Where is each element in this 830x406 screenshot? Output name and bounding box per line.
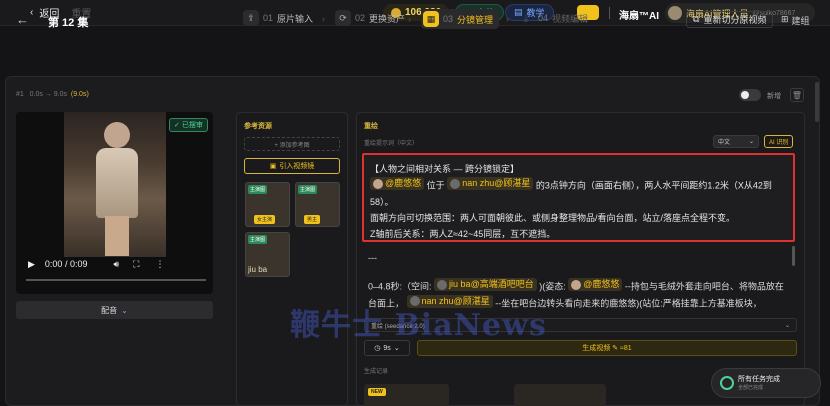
chevron-right-icon: › — [408, 14, 411, 24]
video-person-legs — [105, 216, 129, 256]
video-controls: ▶ 0:00 / 0:09 🔊︎ ⛶ ⋮ — [28, 258, 165, 270]
chevron-down-icon: ⌄ — [393, 345, 400, 352]
history-label: 生成记录 — [364, 369, 389, 375]
download-icon: ⤓ — [524, 12, 528, 23]
upload-icon: ⇪ — [243, 10, 259, 26]
dub-button[interactable]: 配音 ⌄ — [16, 301, 213, 319]
resplit-button[interactable]: ⧉ 重新切分原视频 — [686, 11, 774, 28]
reference-thumb[interactable]: 主演图 女主演 — [245, 182, 290, 227]
chevron-left-icon: ‹ — [30, 7, 34, 18]
prompt-label: 重绘提示词（中文） — [364, 141, 419, 147]
shot-range: #1 0.0s → 9.0s (9.0s) — [16, 91, 89, 98]
build-button[interactable]: ⊞ 建组 — [781, 14, 810, 27]
ai-recognize-button[interactable]: AI 识别 — [764, 135, 794, 148]
watermark: 鞭牛士 BiaNews — [290, 308, 547, 343]
add-reference-button[interactable]: + 添加参考图 — [244, 137, 340, 151]
video-progress[interactable] — [26, 279, 206, 281]
avatar — [668, 6, 682, 20]
chevron-down-icon: ⌄ — [784, 322, 790, 329]
trash-icon[interactable]: 🗑 — [790, 88, 804, 102]
chevron-down-icon: ⌄ — [121, 305, 128, 315]
text-scrollbar[interactable] — [792, 246, 795, 266]
avatar — [571, 279, 582, 290]
status-badge: ✓ 已摆审 — [169, 118, 208, 132]
film-icon: ▦ — [423, 11, 439, 27]
prompt-highlight-box[interactable]: 【人物之间相对关系 — 跨分镜锁定】 @鹿悠悠 位于 nan zhu@顾湛星 的… — [362, 153, 795, 242]
more-icon[interactable]: ⋮ — [155, 259, 164, 270]
language-select[interactable]: 中文 ⌄ — [713, 135, 759, 148]
chevron-down-icon: ⌄ — [748, 139, 754, 145]
step-02[interactable]: ⟳ 02 更换资产 — [335, 10, 405, 26]
character-tag[interactable]: @鹿悠悠 — [370, 177, 425, 190]
video-person-body — [96, 148, 138, 218]
divider — [609, 7, 610, 19]
check-icon: ✓ — [174, 122, 180, 129]
reference-thumb[interactable]: 主演图 jiu ba — [245, 232, 290, 277]
scrollbar[interactable] — [815, 82, 819, 122]
swap-icon: ⟳ — [335, 10, 351, 26]
new-badge: NEW — [368, 388, 386, 396]
scissors-icon: ⧉ — [693, 14, 700, 24]
volume-icon[interactable]: 🔊︎ — [113, 259, 119, 270]
character-tag[interactable]: @鹿悠悠 — [568, 278, 623, 291]
folder-icon: ⊞ — [781, 14, 789, 24]
history-item[interactable] — [514, 384, 606, 406]
page-title: 第 12 集 — [48, 17, 89, 29]
toggle-switch[interactable] — [739, 89, 761, 101]
film-icon: ▣ — [269, 163, 277, 170]
redraw-title: 重绘 — [364, 123, 378, 130]
avatar — [437, 279, 448, 290]
video-person-head — [104, 122, 130, 148]
character-tag[interactable]: nan zhu@顾湛星 — [447, 177, 534, 190]
task-toast[interactable]: 所有任务完成 全部已完成 — [711, 368, 821, 398]
arrow-left-icon[interactable]: ← — [16, 12, 29, 27]
play-icon[interactable]: ▶ — [28, 259, 35, 270]
chevron-right-icon: › — [322, 14, 325, 24]
reference-thumb[interactable]: 主演图 男主 — [295, 182, 340, 227]
brand-name: 海扇™AI — [619, 11, 659, 22]
toggle-label: 新增 — [767, 93, 781, 100]
check-circle-icon — [720, 376, 734, 390]
import-video-button[interactable]: ▣ 引入视频镜 — [244, 158, 340, 174]
reference-title: 参考资源 — [244, 123, 272, 130]
avatar — [450, 178, 461, 189]
chevron-right-icon: › — [506, 14, 509, 24]
location-tag[interactable]: jiu ba@高端酒吧吧台 — [434, 278, 537, 291]
avatar — [373, 178, 383, 189]
step-01[interactable]: ⇪ 01 原片输入 — [243, 10, 313, 26]
step-04[interactable]: ⤓ 04 视频编辑 — [518, 10, 588, 26]
fullscreen-icon[interactable]: ⛶ — [133, 259, 139, 270]
clock-icon: ◷ — [374, 345, 381, 352]
step-03[interactable]: ▦ 03 分镜管理 — [421, 9, 500, 29]
